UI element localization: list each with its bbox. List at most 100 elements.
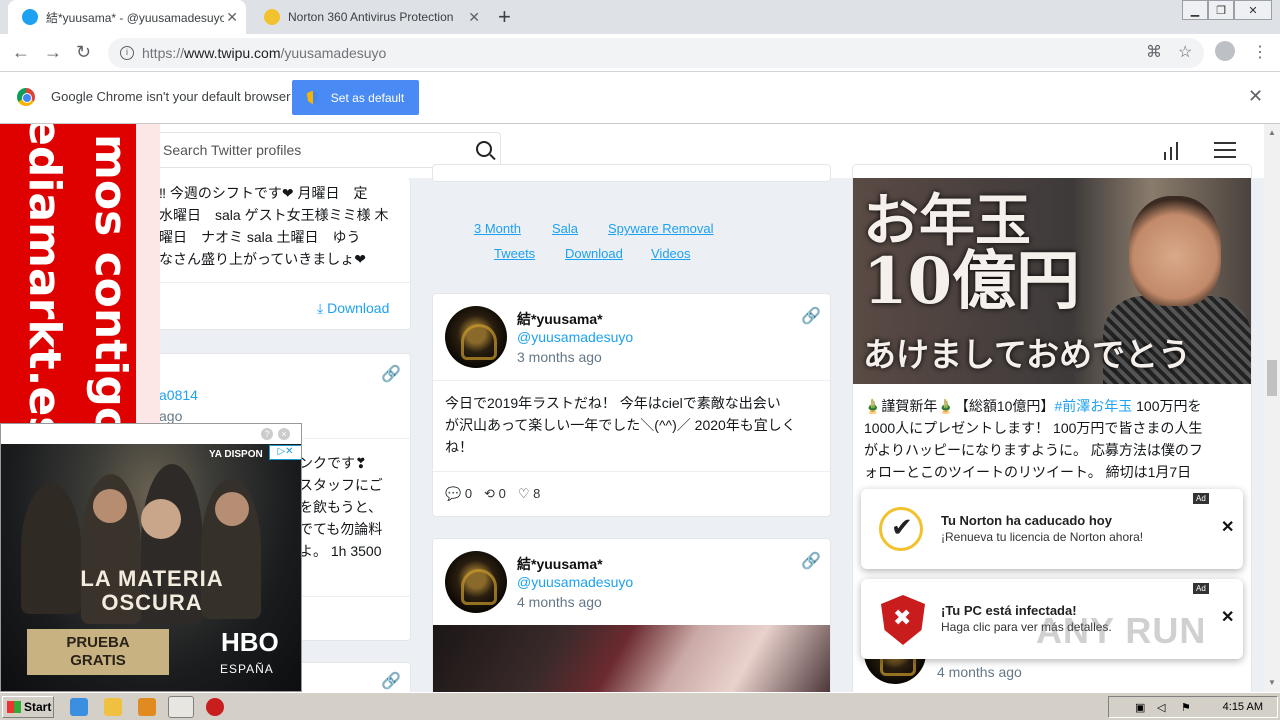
minimize-button[interactable]: ▁: [1182, 0, 1208, 20]
scroll-down-icon[interactable]: ▼: [1268, 678, 1276, 687]
hamburger-menu-icon[interactable]: [1214, 142, 1236, 158]
nav-link-sala[interactable]: Sala: [552, 221, 578, 236]
tweet-media-image[interactable]: お年玉 10億円 あけましておめでとう: [853, 178, 1251, 384]
url-protocol: https://: [142, 45, 185, 61]
ad-face: [141, 499, 181, 539]
volume-icon[interactable]: ◁: [1157, 701, 1165, 714]
reply-stat[interactable]: 💬 0: [445, 486, 472, 502]
user-name[interactable]: 結*yuusama*: [517, 309, 603, 329]
url-path: /yuusamadesuyo: [280, 45, 387, 61]
scroll-up-icon[interactable]: ▲: [1268, 128, 1276, 137]
nav-link-videos[interactable]: Videos: [651, 246, 691, 261]
norton-check-icon: [879, 507, 923, 551]
user-name[interactable]: 結*yuusama*: [517, 554, 603, 574]
forward-icon[interactable]: →: [44, 42, 62, 63]
middle-card-top: [432, 164, 831, 182]
close-icon[interactable]: ✕: [226, 9, 238, 26]
link-icon[interactable]: 🔗: [801, 551, 821, 570]
chrome-menu-icon[interactable]: ⋮: [1252, 42, 1268, 62]
profile-avatar[interactable]: [1215, 41, 1235, 61]
ad-title-line1: LA MATERIA: [80, 566, 224, 591]
avatar[interactable]: [445, 306, 507, 368]
folder-icon[interactable]: [104, 698, 122, 716]
norton-favicon-icon: [264, 9, 280, 25]
ad-tag: Ad: [1193, 493, 1209, 504]
link-icon[interactable]: 🔗: [381, 364, 401, 383]
tweet-media-image[interactable]: [433, 625, 830, 692]
info-icon[interactable]: i: [120, 46, 134, 60]
middle-tweet-card-2: 結*yuusama* @yuusamadesuyo 4 months ago 🔗: [432, 538, 831, 692]
chrome-taskbar-button[interactable]: [168, 696, 194, 718]
tab-norton[interactable]: Norton 360 Antivirus Protection ✕: [250, 0, 488, 34]
bookmark-star-icon[interactable]: ☆: [1178, 42, 1192, 62]
download-icon: ⤓: [317, 300, 324, 316]
clock: 4:15 AM: [1222, 701, 1263, 713]
start-button[interactable]: Start: [2, 696, 54, 718]
close-icon[interactable]: ✕: [468, 9, 480, 26]
twitter-favicon-icon: [22, 9, 38, 25]
address-bar[interactable]: i https:// www.twipu.com /yuusamadesuyo: [108, 38, 1204, 68]
popup-message: ¡Renueva tu licencia de Norton ahora!: [941, 530, 1144, 544]
hbo-logo: HBO: [221, 627, 279, 657]
network-icon[interactable]: ▣: [1135, 701, 1145, 714]
download-link[interactable]: ⤓ Download: [317, 300, 389, 317]
promo-person-face: [1129, 196, 1221, 306]
chrome-logo-icon: [17, 88, 35, 106]
warning-shield-icon: [881, 595, 925, 645]
translate-icon[interactable]: ⌘: [1146, 42, 1162, 62]
left-tweet-card: ‼ 今週のシフトです❤ 月曜日 定 水曜日 sala ゲスト女王様ミミ様 木 曜…: [150, 178, 411, 330]
norton-expired-popup[interactable]: Ad Tu Norton ha caducado hoy ¡Renueva tu…: [861, 489, 1243, 569]
like-stat[interactable]: ♡ 8: [518, 486, 541, 502]
tweet-time: ago: [159, 408, 183, 424]
hashtag-link[interactable]: #前澤お年玉: [1054, 398, 1132, 414]
tweet-stats: 💬 0 ⟲ 0 ♡ 8: [445, 486, 540, 502]
flag-icon[interactable]: ⚑: [1181, 701, 1191, 714]
ad-close-icon[interactable]: ×: [278, 428, 290, 440]
link-icon[interactable]: 🔗: [801, 306, 821, 325]
back-icon[interactable]: ←: [12, 42, 30, 63]
infobar-close-icon[interactable]: ✕: [1248, 86, 1263, 107]
free-trial-button[interactable]: PRUEBA GRATIS: [27, 629, 169, 675]
nav-link-tweets[interactable]: Tweets: [494, 246, 535, 261]
tweet-time: 3 months ago: [517, 349, 602, 365]
tab-twipu[interactable]: 結*yuusama* - @yuusamadesuyo T ✕: [8, 0, 246, 34]
scroll-thumb[interactable]: [1267, 360, 1277, 396]
maximize-button[interactable]: ❐: [1208, 0, 1234, 20]
promo-text-line3: あけましておめでとう: [863, 335, 1192, 374]
hbo-ad[interactable]: ? × YA DISPON ▷✕ LA MATERIA OSCURA PRUEB…: [0, 423, 302, 692]
page-scrollbar[interactable]: ▲ ▼: [1264, 124, 1280, 692]
window-close-button[interactable]: ✕: [1234, 0, 1272, 20]
alert-icon[interactable]: [206, 698, 224, 716]
anyrun-watermark: ANY RUN: [1036, 610, 1207, 651]
user-handle[interactable]: a0814: [159, 387, 198, 403]
tab-title: Norton 360 Antivirus Protection: [288, 10, 454, 24]
ad-tag: Ad: [1193, 583, 1209, 594]
close-icon[interactable]: ✕: [1221, 607, 1234, 627]
avatar[interactable]: [445, 551, 507, 613]
mediamarkt-ad[interactable]: ediamarkt.es mos contigo!: [0, 124, 160, 424]
search-input[interactable]: Search Twitter profiles: [152, 132, 501, 168]
new-tab-button[interactable]: +: [498, 4, 511, 30]
ad-info-icon[interactable]: ?: [261, 428, 273, 440]
stats-icon[interactable]: [1162, 142, 1180, 160]
link-icon[interactable]: 🔗: [381, 671, 401, 690]
user-handle[interactable]: @yuusamadesuyo: [517, 574, 633, 590]
ie-icon[interactable]: [70, 698, 88, 716]
url-host: www.twipu.com: [184, 45, 281, 61]
adchoices-icon[interactable]: ▷✕: [269, 445, 301, 460]
reload-icon[interactable]: ↻: [76, 42, 91, 63]
ad-face: [215, 492, 249, 526]
nav-link-download[interactable]: Download: [565, 246, 623, 261]
retweet-stat[interactable]: ⟲ 0: [484, 486, 506, 502]
ad-text-line2: mos contigo!: [85, 134, 136, 424]
nav-link-spyware-removal[interactable]: Spyware Removal: [608, 221, 714, 236]
media-player-icon[interactable]: [138, 698, 156, 716]
system-tray: ▣ ◁ ⚑ 4:15 AM: [1108, 696, 1278, 718]
heart-icon: ♡: [517, 486, 530, 501]
reply-icon: 💬: [445, 486, 462, 501]
close-icon[interactable]: ✕: [1221, 517, 1234, 537]
user-handle[interactable]: @yuusamadesuyo: [517, 329, 633, 345]
set-as-default-button[interactable]: Set as default: [292, 80, 419, 115]
nav-link-3-month[interactable]: 3 Month: [474, 221, 521, 236]
search-icon[interactable]: [476, 141, 492, 157]
